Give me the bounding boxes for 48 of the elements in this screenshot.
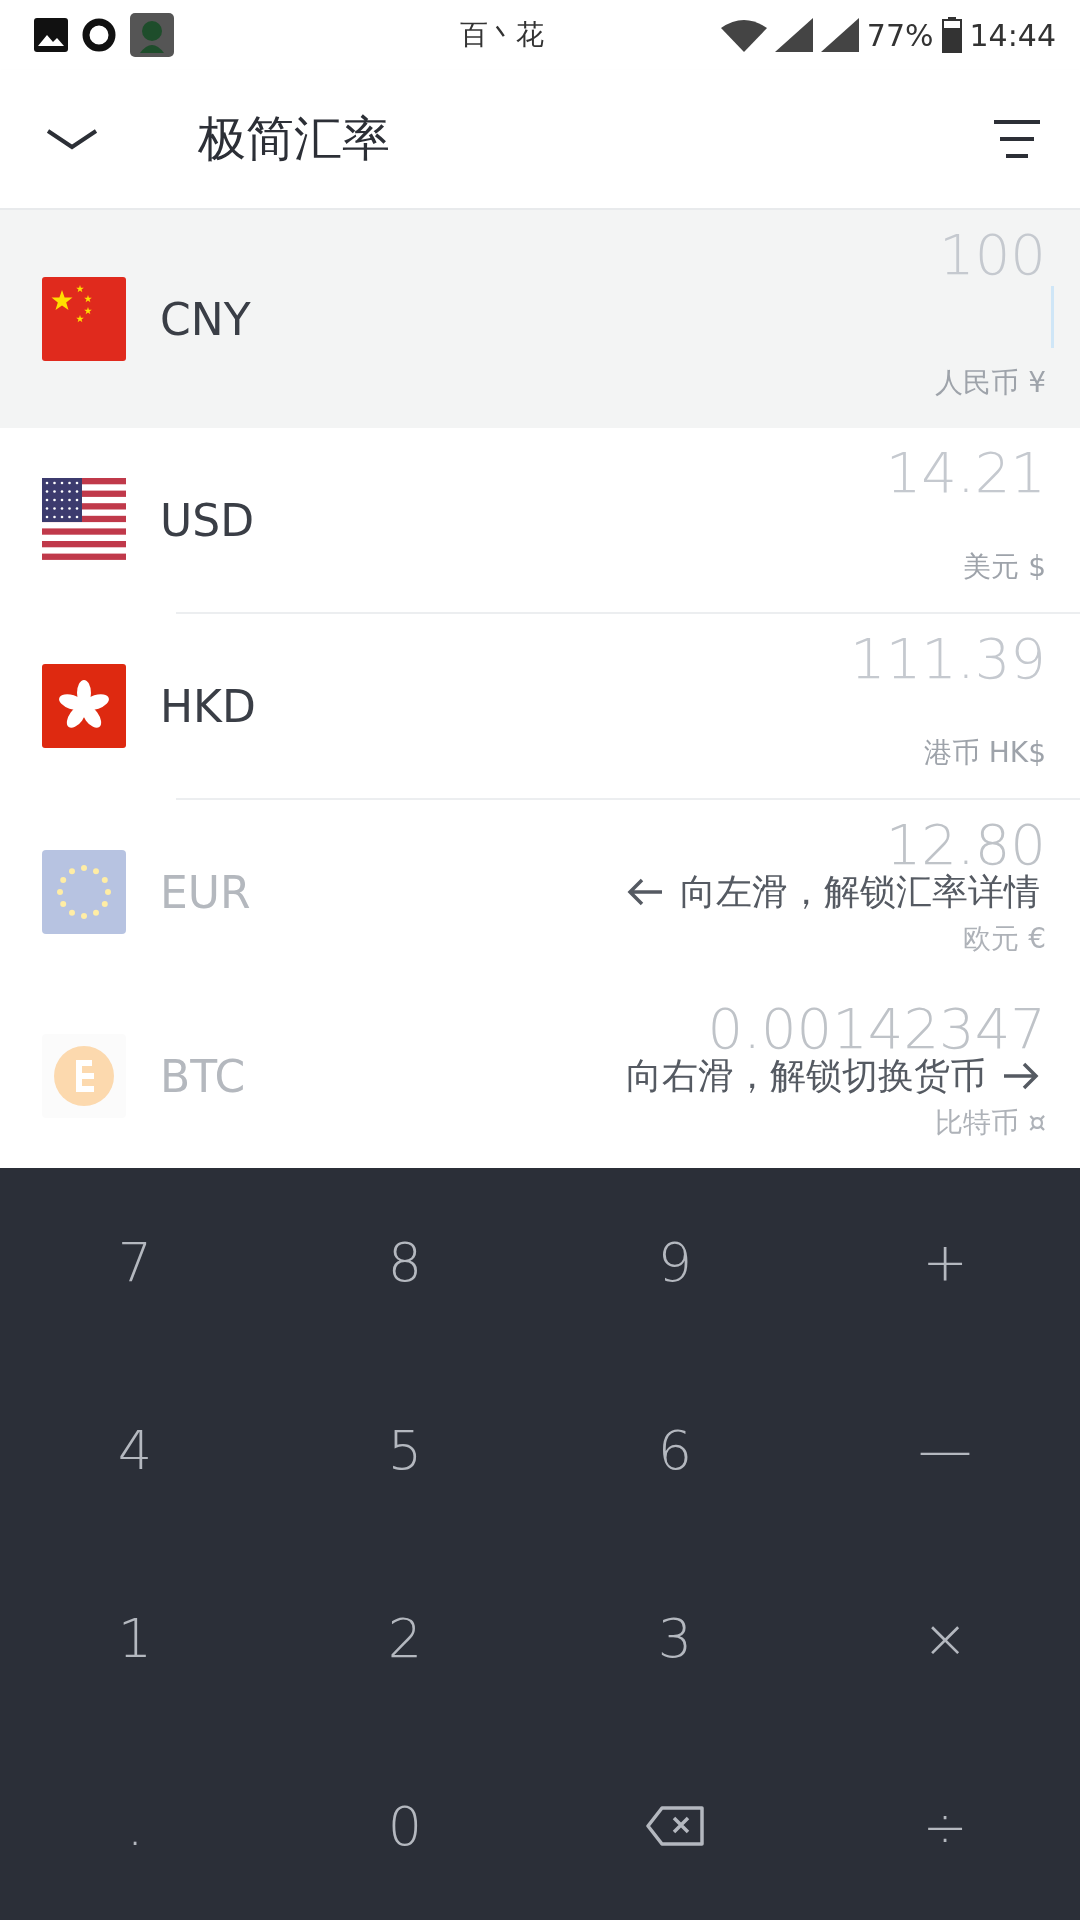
digit-key[interactable]: 4 <box>97 1408 173 1492</box>
ring-icon <box>82 18 116 52</box>
currency-name: 欧元 € <box>963 921 1046 957</box>
signal-icon <box>820 18 859 52</box>
menu-button[interactable] <box>994 119 1040 159</box>
swipe-hint: 向右滑，解锁切换货币 <box>626 1053 986 1098</box>
chevron-down-icon <box>46 127 98 151</box>
currency-name: 港币 HK$ <box>923 735 1046 771</box>
digit-key[interactable]: 6 <box>637 1408 713 1492</box>
currency-name: 比特币 ¤ <box>935 1105 1046 1141</box>
operator-key[interactable]: × <box>902 1596 988 1680</box>
picture-icon <box>34 18 68 52</box>
digit-key[interactable]: 7 <box>97 1220 173 1304</box>
operator-key[interactable]: ÷ <box>902 1784 988 1868</box>
swipe-hint: 向左滑，解锁汇率详情 <box>680 869 1040 914</box>
currency-code: BTC <box>160 1050 246 1102</box>
currency-code: EUR <box>160 866 251 918</box>
digit-key[interactable]: 3 <box>637 1596 713 1680</box>
menu-icon <box>994 119 1040 159</box>
digit-key[interactable]: . <box>106 1784 164 1868</box>
backspace-icon <box>646 1806 704 1846</box>
amount-value: 14.21 <box>885 440 1046 505</box>
currency-name: 人民币 ¥ <box>935 365 1046 401</box>
digit-key[interactable]: 8 <box>367 1220 443 1304</box>
currency-name: 美元 $ <box>963 549 1046 585</box>
digit-key[interactable]: 1 <box>97 1596 173 1680</box>
arrow-left-icon <box>626 877 664 907</box>
digit-key[interactable]: 9 <box>637 1220 713 1304</box>
carrier-name: 百丶花 <box>459 17 546 53</box>
battery-percent: 77% <box>866 17 934 53</box>
collapse-button[interactable] <box>46 127 98 151</box>
digit-key[interactable]: 5 <box>367 1408 443 1492</box>
currency-code: HKD <box>160 680 256 732</box>
digit-key[interactable]: 0 <box>367 1784 443 1868</box>
text-cursor <box>1051 286 1054 348</box>
app-icon <box>130 13 174 57</box>
app-title: 极简汇率 <box>198 109 391 168</box>
arrow-right-icon <box>1002 1061 1040 1091</box>
currency-code: USD <box>160 494 254 546</box>
amount-value: 111.39 <box>850 626 1046 691</box>
wifi-icon <box>720 18 767 52</box>
clock-time: 14:44 <box>969 17 1056 53</box>
currency-code: CNY <box>160 293 251 345</box>
battery-icon <box>941 17 962 53</box>
operator-key[interactable]: + <box>902 1220 988 1304</box>
signal-icon <box>774 18 813 52</box>
digit-key[interactable]: 2 <box>367 1596 443 1680</box>
operator-key[interactable]: — <box>898 1408 992 1492</box>
